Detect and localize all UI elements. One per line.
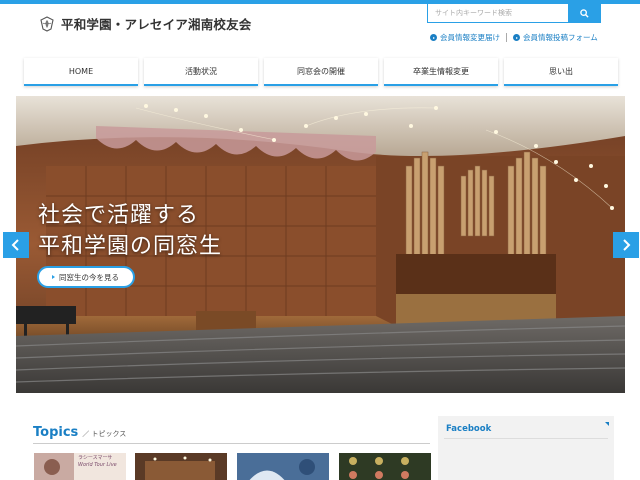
arrow-circle-icon [430, 34, 437, 41]
topic-thumb-2[interactable] [135, 453, 227, 480]
arrow-circle-icon [513, 34, 520, 41]
nav-reunion[interactable]: 同窓会の開催 [264, 58, 378, 86]
school-crest-icon [40, 15, 54, 32]
site-title: 平和学園・アレセイア湘南校友会 [61, 17, 252, 32]
nav-graduate-info-change[interactable]: 卒業生情報変更 [384, 58, 498, 86]
topics-divider [33, 443, 430, 444]
hero-headline: 社会で活躍する 平和学園の同窓生 [38, 203, 223, 259]
topic-thumb-4[interactable] [339, 453, 431, 480]
nav-activities[interactable]: 活動状況 [144, 58, 258, 86]
corner-triangle-icon [605, 422, 609, 426]
triangle-right-icon [52, 275, 55, 279]
topic-photo [339, 453, 431, 480]
slider-prev-button[interactable] [3, 232, 29, 258]
slider-next-button[interactable] [613, 232, 639, 258]
hero-cta-button[interactable]: 同窓生の今を見る [37, 266, 135, 288]
topic-thumb-caption: ラシースマーサ World Tour Live [78, 455, 117, 468]
search-input[interactable] [428, 4, 569, 22]
search-box [427, 3, 601, 23]
nav-home[interactable]: HOME [24, 58, 138, 86]
facebook-divider [444, 438, 608, 439]
chevron-right-icon [623, 239, 631, 251]
topic-thumb-3[interactable] [237, 453, 329, 480]
utility-links: 会員情報変更届け 会員情報投稿フォーム [430, 32, 598, 43]
facebook-title: Facebook [446, 424, 492, 434]
topic-photo [135, 453, 227, 480]
site-logo[interactable]: 平和学園・アレセイア湘南校友会 [38, 14, 252, 33]
topic-thumb-1[interactable]: ラシースマーサ World Tour Live [34, 453, 126, 480]
facebook-panel: Facebook [438, 416, 614, 480]
search-button[interactable] [568, 4, 600, 22]
nav-memories[interactable]: 思い出 [504, 58, 618, 86]
member-info-change-link[interactable]: 会員情報変更届け [430, 32, 500, 43]
topic-photo [237, 453, 329, 480]
main-nav: HOME 活動状況 同窓会の開催 卒業生情報変更 思い出 [24, 58, 618, 86]
hero-slider: 社会で活躍する 平和学園の同窓生 同窓生の今を見る [16, 96, 625, 393]
search-icon [579, 8, 589, 18]
member-info-post-form-link[interactable]: 会員情報投稿フォーム [513, 32, 598, 43]
chevron-left-icon [11, 239, 19, 251]
topics-heading: Topics ／ トピックス [33, 425, 127, 440]
link-divider [506, 33, 507, 42]
